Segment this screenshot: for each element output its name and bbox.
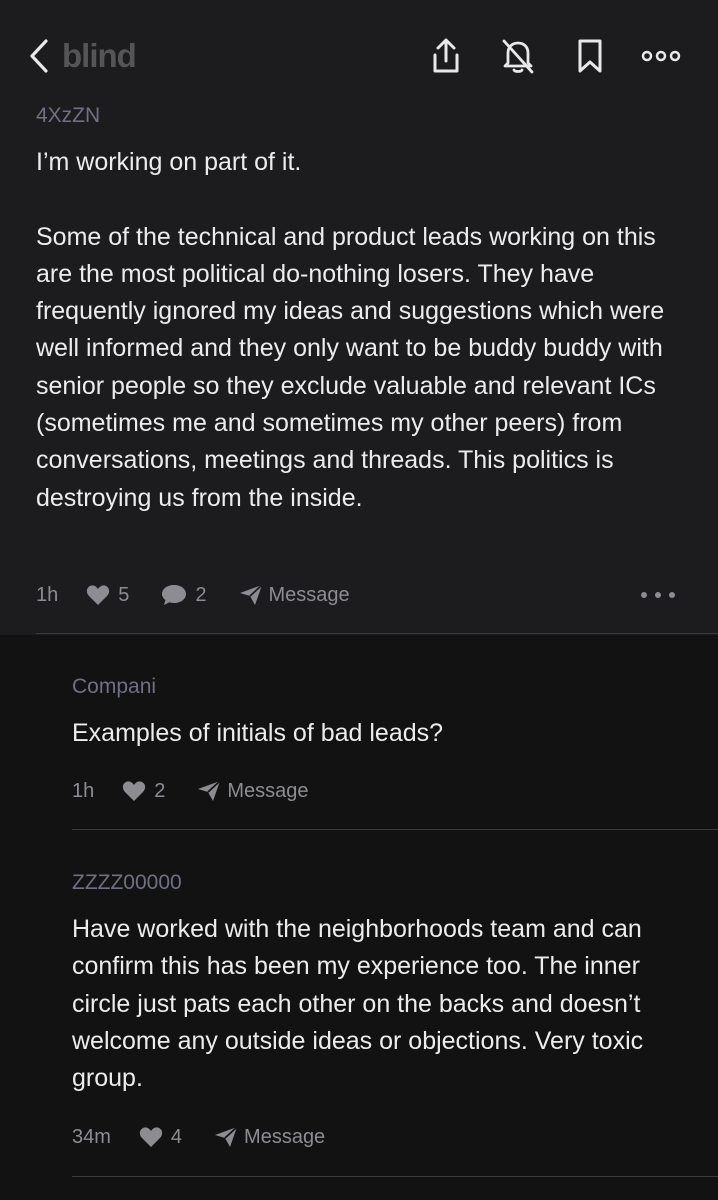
- like-count: 4: [170, 1125, 183, 1148]
- message-button[interactable]: Message: [239, 584, 350, 607]
- send-icon: [215, 1126, 238, 1147]
- divider: [72, 1176, 718, 1177]
- notifications-off-icon[interactable]: [498, 36, 538, 76]
- heart-icon: [87, 585, 110, 605]
- heart-icon: [139, 1127, 163, 1147]
- heart-icon: [123, 781, 146, 801]
- top-nav-bar: blind: [0, 0, 718, 100]
- like-button[interactable]: 2: [122, 780, 165, 803]
- bookmark-icon[interactable]: [570, 36, 610, 76]
- main-comment-card: 4XzZN I’m working on part of it. Some of…: [0, 100, 718, 635]
- comment-meta: 1h 5 2 Message: [36, 580, 350, 610]
- like-count: 2: [154, 779, 166, 802]
- share-icon[interactable]: [426, 36, 466, 76]
- reply-text: Examples of initials of bad leads?: [72, 719, 444, 747]
- message-label: Message: [268, 583, 350, 606]
- comment-bubble-icon: [162, 585, 187, 605]
- reply-meta: 1h 2 Message: [72, 776, 309, 806]
- more-icon[interactable]: [641, 36, 681, 76]
- back-chevron-icon[interactable]: [24, 36, 54, 76]
- reply-time: 1h: [72, 779, 95, 802]
- like-count: 5: [118, 583, 130, 606]
- message-button[interactable]: Message: [214, 1126, 325, 1149]
- reply-count: 2: [195, 583, 207, 606]
- comment-time: 1h: [36, 583, 59, 606]
- reply-text: Have worked with the neighborhoods team …: [72, 915, 644, 1093]
- send-icon: [239, 584, 263, 605]
- reply-author[interactable]: Compani: [72, 673, 156, 701]
- like-button[interactable]: 4: [139, 1126, 182, 1149]
- reply-button[interactable]: 2: [161, 583, 207, 607]
- reply-time: 34m: [72, 1125, 111, 1148]
- message-label: Message: [244, 1125, 326, 1148]
- comment-text: I’m working on part of it. Some of the t…: [36, 148, 665, 512]
- divider: [72, 829, 718, 830]
- like-button[interactable]: 5: [86, 584, 129, 607]
- message-label: Message: [227, 779, 309, 802]
- comment-author[interactable]: 4XzZN: [36, 102, 100, 130]
- app-logo[interactable]: blind: [62, 36, 137, 76]
- message-button[interactable]: Message: [197, 779, 309, 803]
- reply-meta: 34m 4 Message: [72, 1122, 325, 1152]
- divider: [36, 633, 718, 634]
- comment-more-icon[interactable]: [641, 585, 675, 605]
- reply-author[interactable]: ZZZZ00000: [72, 869, 182, 897]
- send-icon: [198, 780, 221, 801]
